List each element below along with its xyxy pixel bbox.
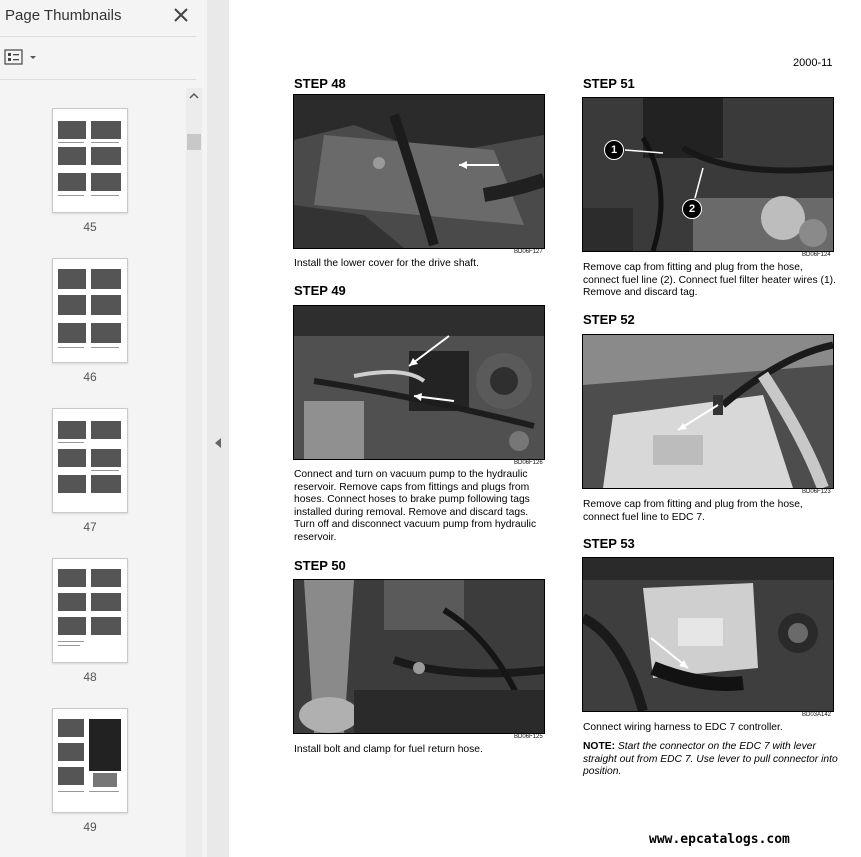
figure-code: BD06F123	[802, 489, 831, 495]
step-caption: Remove cap from fitting and plug from th…	[583, 499, 803, 523]
step-note: NOTE: Start the connector on the EDC 7 w…	[583, 741, 841, 779]
step-50-photo	[293, 579, 545, 734]
panel-title: Page Thumbnails	[5, 7, 122, 24]
step-52-photo	[582, 334, 834, 489]
note-label: NOTE:	[583, 741, 616, 752]
page-thumbnail-49[interactable]	[52, 708, 128, 813]
step-title: STEP 52	[583, 312, 635, 327]
close-icon[interactable]	[170, 4, 192, 26]
step-title: STEP 48	[294, 76, 346, 91]
divider	[0, 36, 196, 37]
figure-code: BD03A142	[802, 712, 832, 718]
divider	[0, 79, 196, 80]
step-title: STEP 50	[294, 558, 346, 573]
step-caption: Connect wiring harness to EDC 7 controll…	[583, 722, 783, 733]
note-text: Start the connector on the EDC 7 with le…	[583, 741, 838, 777]
page-thumbnail-label: 46	[83, 370, 97, 384]
step-53-photo	[582, 557, 834, 712]
page-thumbnail-label: 48	[83, 670, 97, 684]
page-thumbnail-label: 49	[83, 820, 97, 834]
thumbnails-panel: Page Thumbnails 45 46 47 48 49	[0, 0, 207, 857]
step-48-photo	[293, 94, 545, 249]
scrollbar-thumb[interactable]	[187, 134, 201, 150]
step-caption: Install bolt and clamp for fuel return h…	[294, 744, 483, 755]
page-thumbnail-45[interactable]	[52, 108, 128, 213]
page-thumbnail-48[interactable]	[52, 558, 128, 663]
figure-code: BD06F126	[514, 460, 543, 466]
callout-2: 2	[682, 199, 702, 219]
step-49-photo	[293, 305, 545, 460]
page-thumbnail-label: 45	[83, 220, 97, 234]
panel-header: Page Thumbnails	[0, 0, 207, 36]
document-page: 2000-11 STEP 48 BD06F127 Install the low…	[229, 0, 861, 857]
collapse-panel-icon[interactable]	[213, 436, 223, 450]
step-title: STEP 49	[294, 283, 346, 298]
callout-1: 1	[604, 140, 624, 160]
step-caption: Install the lower cover for the drive sh…	[294, 258, 479, 269]
watermark: www.epcatalogs.com	[649, 832, 790, 847]
scroll-up-icon[interactable]	[186, 88, 202, 104]
figure-code: BD06F125	[514, 734, 543, 740]
step-caption: Remove cap from fitting and plug from th…	[583, 262, 836, 298]
page-thumbnail-label: 47	[83, 520, 97, 534]
page-thumbnail-46[interactable]	[52, 258, 128, 363]
panel-splitter[interactable]	[207, 0, 229, 857]
step-caption: Connect and turn on vacuum pump to the h…	[294, 469, 537, 543]
page-thumbnail-47[interactable]	[52, 408, 128, 513]
step-51-photo: 1 2	[582, 97, 834, 252]
figure-code: BD06F124	[802, 252, 831, 258]
figure-code: BD06F127	[514, 249, 543, 255]
thumbnail-options-button[interactable]	[4, 48, 38, 68]
step-title: STEP 53	[583, 536, 635, 551]
page-number: 2000-11	[793, 57, 833, 69]
step-title: STEP 51	[583, 76, 635, 91]
thumbnail-scrollbar[interactable]	[186, 88, 202, 857]
